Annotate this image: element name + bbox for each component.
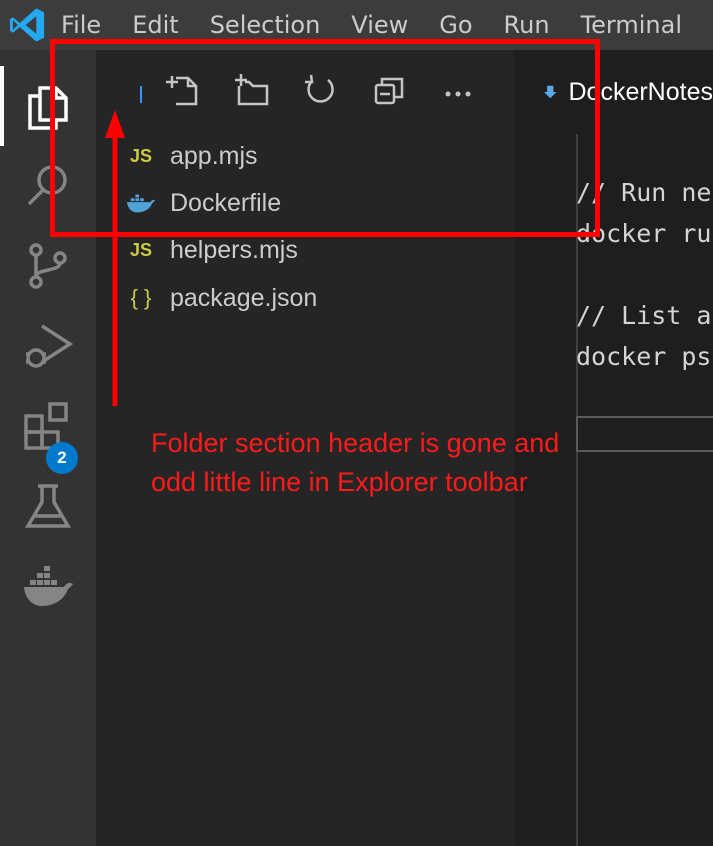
activity-extensions[interactable]: 2	[0, 386, 96, 474]
file-name: helpers.mjs	[170, 235, 298, 264]
file-name: package.json	[170, 283, 318, 312]
activity-source-control[interactable]	[0, 226, 96, 306]
menu-file[interactable]: File	[61, 11, 101, 39]
editor-input-box[interactable]	[576, 416, 713, 452]
annotation-arrow	[105, 110, 125, 406]
file-item-package-json[interactable]: { } package.json	[126, 276, 506, 320]
menu-view[interactable]: View	[351, 11, 408, 39]
vscode-logo-icon	[9, 8, 45, 42]
js-file-icon: JS	[129, 239, 153, 260]
menu-selection[interactable]: Selection	[210, 11, 321, 39]
json-file-icon: { }	[130, 285, 152, 310]
docker-icon	[24, 566, 73, 606]
flask-icon	[24, 484, 72, 528]
code-line: docker ps	[576, 342, 712, 371]
menu-terminal[interactable]: Terminal	[581, 11, 682, 39]
menu-run[interactable]: Run	[504, 11, 550, 39]
run-debug-icon	[26, 324, 74, 368]
code-line: // List a	[576, 301, 712, 330]
menu-edit[interactable]: Edit	[132, 11, 178, 39]
activity-run-debug[interactable]	[0, 306, 96, 386]
menu-go[interactable]: Go	[439, 11, 472, 39]
annotation-text: Folder section header is gone and odd li…	[151, 428, 560, 497]
annotation-highlight-box	[50, 39, 600, 237]
activity-testing[interactable]	[0, 466, 96, 546]
activity-docker[interactable]	[0, 546, 96, 626]
source-control-icon	[29, 243, 67, 289]
